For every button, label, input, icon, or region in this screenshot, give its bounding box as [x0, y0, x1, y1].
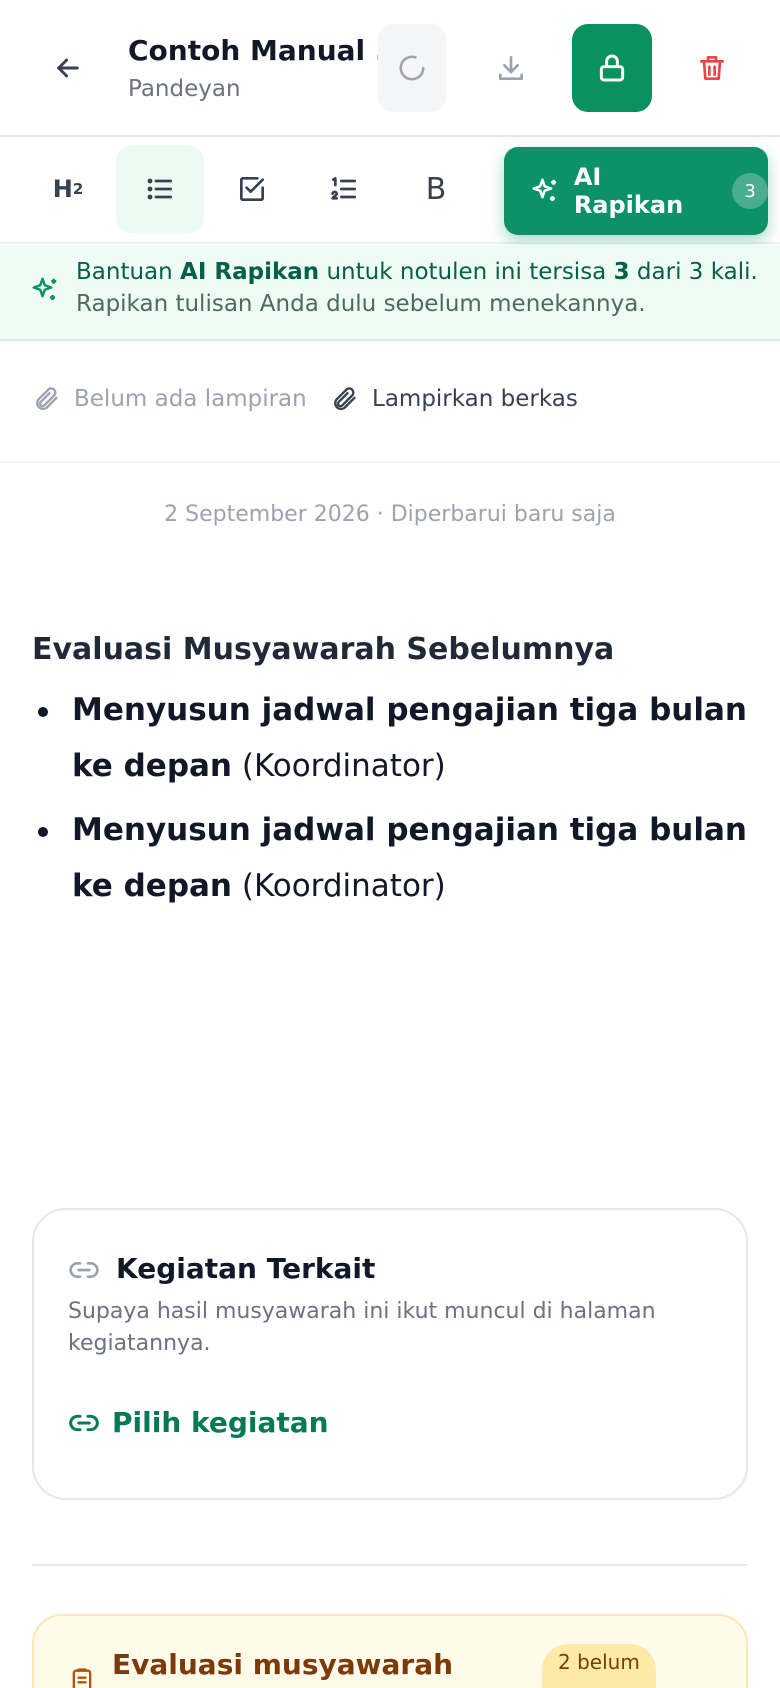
attach-file-button[interactable]: Lampirkan berkas — [330, 385, 578, 413]
lock-icon — [599, 54, 625, 82]
link-icon — [69, 1414, 99, 1431]
ai-banner-middle: untuk notulen ini tersisa — [319, 259, 614, 285]
ai-info-banner: Bantuan AI Rapikan untuk notulen ini ter… — [0, 245, 780, 341]
download-icon — [499, 56, 523, 80]
ai-banner-suffix: dari 3 kali. — [629, 259, 758, 285]
numbered-list-icon — [331, 177, 356, 200]
delete-button[interactable] — [672, 24, 752, 112]
heading-level: 2 — [72, 180, 84, 198]
bullet-list-icon — [147, 178, 172, 200]
lock-button[interactable] — [572, 24, 652, 112]
sync-button[interactable] — [378, 24, 446, 112]
list-item[interactable]: Menyusun jadwal pengajian tiga bulan ke … — [32, 802, 752, 914]
top-app-bar: Contoh Manual ... Pandeyan — [0, 0, 780, 137]
page-title: Contoh Manual ... — [128, 34, 407, 67]
attachments-row: Belum ada lampiran Lampirkan berkas — [0, 343, 780, 463]
list-item-owner: (Koordinator) — [232, 748, 446, 784]
pick-activity-button[interactable]: Pilih kegiatan — [68, 1406, 329, 1439]
evaluation-title: Evaluasi musyawarah — [112, 1648, 454, 1681]
sparkles-icon — [32, 277, 57, 300]
loading-spinner-icon — [399, 55, 425, 81]
note-bullet-list[interactable]: Menyusun jadwal pengajian tiga bulan ke … — [32, 682, 752, 922]
paperclip-icon — [36, 387, 58, 411]
no-attachments-label: Belum ada lampiran — [32, 385, 307, 413]
list-item[interactable]: Menyusun jadwal pengajian tiga bulan ke … — [32, 682, 752, 794]
heading-label: H — [52, 175, 73, 203]
ai-rapikan-button[interactable]: AI Rapikan 3 — [504, 147, 768, 235]
related-activity-card: Kegiatan Terkait Supaya hasil musyawarah… — [32, 1208, 748, 1500]
pick-activity-label: Pilih kegiatan — [112, 1406, 329, 1439]
related-activity-title: Kegiatan Terkait — [116, 1252, 376, 1285]
ai-count-badge: 3 — [732, 173, 768, 209]
ai-banner-prefix: Bantuan — [76, 259, 181, 285]
paperclip-icon — [334, 387, 356, 411]
evaluation-card[interactable]: Evaluasi musyawarah 2 belum — [32, 1614, 748, 1688]
related-activity-description: Supaya hasil musyawarah ini ikut muncul … — [68, 1299, 656, 1356]
note-meta: 2 September 2026 · Diperbarui baru saja — [164, 502, 616, 527]
section-divider — [32, 1564, 748, 1566]
bullet-list-button[interactable] — [116, 145, 204, 233]
formatting-toolbar: H2 B AI Rapikan 3 — [0, 139, 780, 244]
note-heading[interactable]: Evaluasi Musyawarah Sebelumnya — [32, 632, 614, 667]
clipboard-list-icon — [72, 1668, 92, 1688]
list-item-owner: (Koordinator) — [232, 868, 446, 904]
checkbox-icon — [240, 177, 264, 201]
checklist-button[interactable] — [208, 145, 296, 233]
link-icon — [69, 1262, 99, 1278]
ai-banner-message: Bantuan AI Rapikan untuk notulen ini ter… — [76, 259, 758, 285]
ai-banner-remaining: 3 — [613, 259, 630, 285]
numbered-list-button[interactable] — [300, 145, 388, 233]
ai-banner-hint: Rapikan tulisan Anda dulu sebelum meneka… — [76, 291, 646, 317]
trash-icon — [700, 56, 724, 80]
attach-file-label: Lampirkan berkas — [372, 386, 578, 412]
arrow-left-icon — [57, 58, 79, 78]
page-subtitle: Pandeyan — [128, 76, 241, 102]
status-badge: 2 belum — [542, 1644, 656, 1688]
download-button[interactable] — [471, 24, 551, 112]
back-button[interactable] — [40, 40, 96, 96]
no-attachments-text: Belum ada lampiran — [74, 386, 307, 412]
bold-button[interactable]: B — [392, 145, 480, 233]
ai-button-label: AI Rapikan — [573, 163, 684, 219]
heading-button[interactable]: H2 — [24, 145, 112, 233]
ai-banner-brand: AI Rapikan — [180, 259, 320, 285]
sparkles-icon — [532, 178, 557, 201]
